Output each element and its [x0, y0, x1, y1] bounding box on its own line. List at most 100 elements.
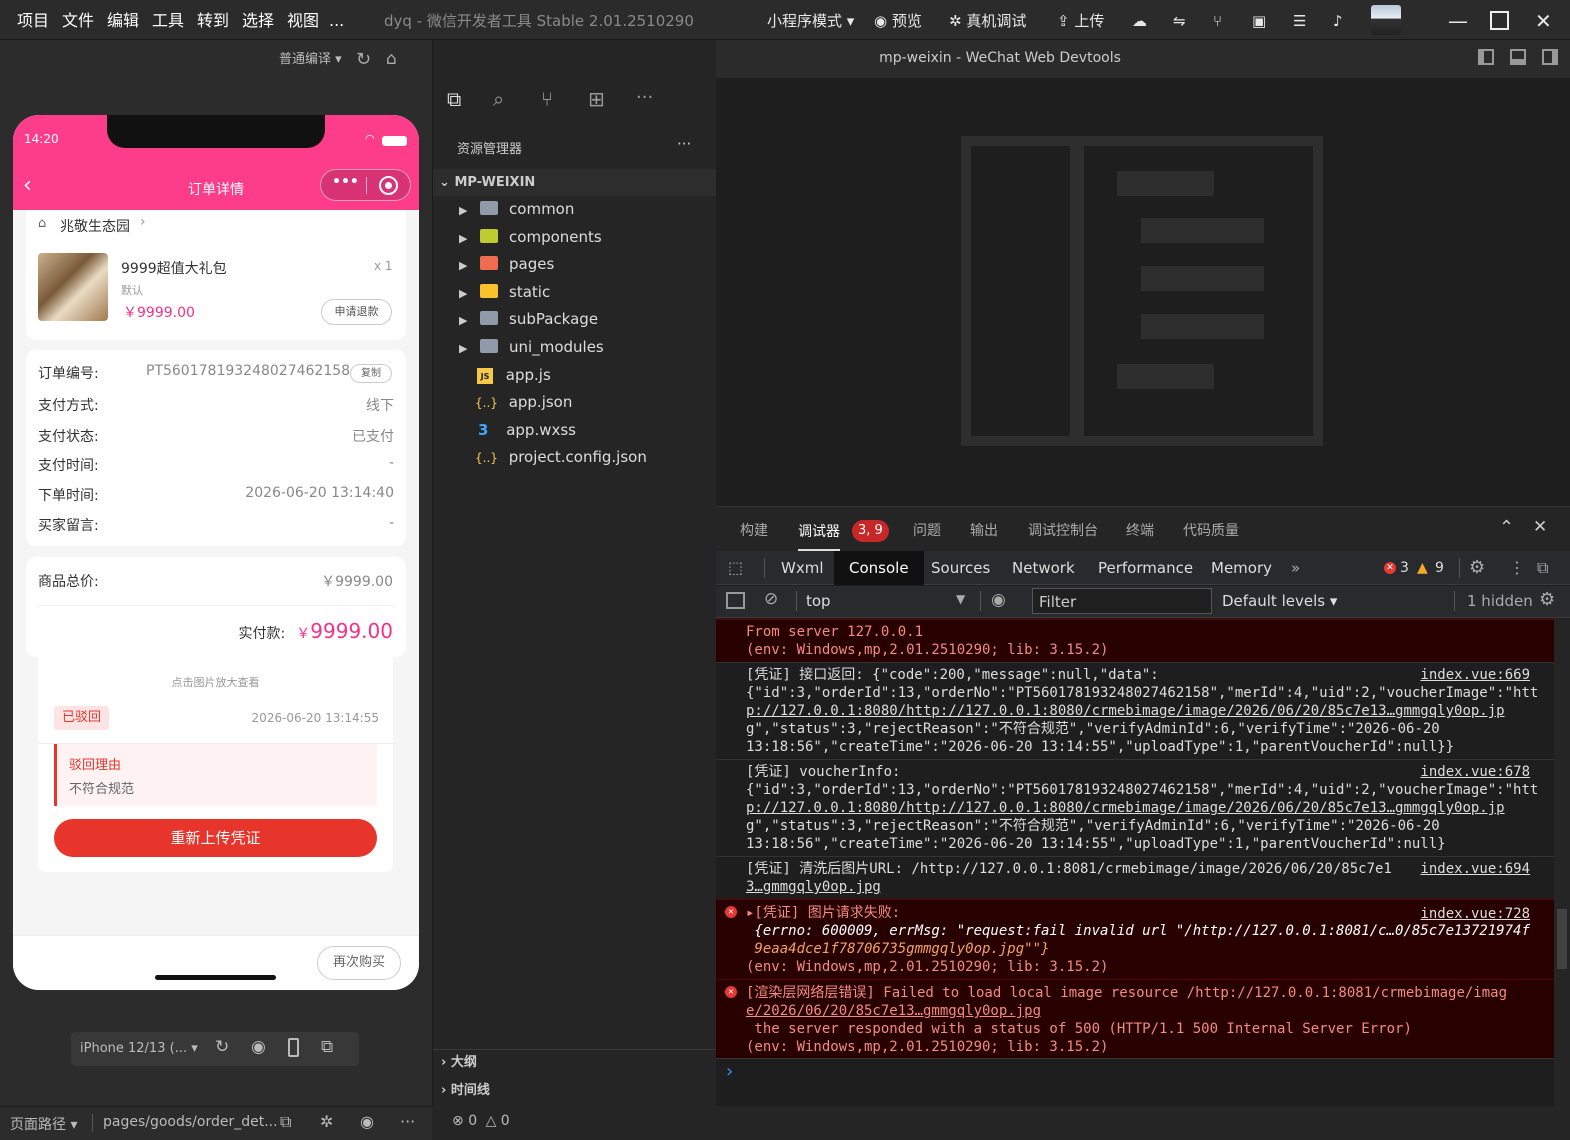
- tab-issues[interactable]: 问题: [913, 507, 941, 555]
- source-link[interactable]: index.vue:728: [1420, 905, 1530, 923]
- context-selector[interactable]: top: [806, 592, 831, 610]
- source-control-icon[interactable]: ⑂: [541, 87, 553, 111]
- tree-file[interactable]: 3 app.wxss: [433, 417, 717, 444]
- cloud-icon[interactable]: ☁: [1132, 0, 1147, 40]
- record-icon[interactable]: ◉: [251, 1037, 266, 1057]
- tree-folder[interactable]: ▶ static: [433, 279, 717, 306]
- menu-more[interactable]: ...: [329, 0, 344, 40]
- eye-icon[interactable]: ◉: [360, 1112, 374, 1131]
- more-icon[interactable]: ···: [400, 1112, 415, 1131]
- shop-name[interactable]: 兆敬生态园: [60, 216, 130, 236]
- maximize-icon[interactable]: [1490, 11, 1509, 30]
- tab-sources[interactable]: Sources: [931, 551, 990, 585]
- tab-performance[interactable]: Performance: [1098, 551, 1193, 585]
- console-error-entry[interactable]: ✕ [渲染层网络层错误] Failed to load local image …: [716, 979, 1554, 1058]
- kebab-menu-icon[interactable]: ⋮: [1509, 551, 1525, 585]
- tree-file[interactable]: JS app.js: [433, 362, 717, 389]
- menu-tools[interactable]: 工具: [152, 0, 184, 40]
- branch-icon[interactable]: ⑂: [1213, 0, 1222, 40]
- toggle-bottom-panel-icon[interactable]: [1510, 49, 1526, 65]
- layout-icon[interactable]: ▣: [1252, 0, 1266, 40]
- bug-icon[interactable]: ✲: [320, 1112, 333, 1131]
- tree-file[interactable]: {..} project.config.json: [433, 444, 717, 471]
- copy-button[interactable]: 复制: [350, 364, 392, 383]
- filter-input[interactable]: Filter: [1032, 588, 1212, 614]
- menu-edit[interactable]: 编辑: [107, 0, 139, 40]
- tree-folder[interactable]: ▶ subPackage: [433, 306, 717, 333]
- undock-icon[interactable]: ⧉: [1537, 551, 1548, 585]
- console-settings-icon[interactable]: ⚙: [1539, 589, 1555, 610]
- tab-memory[interactable]: Memory: [1211, 551, 1272, 585]
- capsule-more-icon[interactable]: •••: [332, 174, 359, 190]
- mode-dropdown[interactable]: 小程序模式 ▾: [767, 0, 854, 40]
- console-prompt[interactable]: ›: [716, 1058, 1554, 1106]
- console-log-entry[interactable]: index.vue:678 [凭证] voucherInfo: {"id":3,…: [716, 759, 1554, 856]
- rotate-icon[interactable]: ↻: [215, 1037, 229, 1057]
- settings-icon[interactable]: ⚙: [1469, 551, 1485, 585]
- timeline-section[interactable]: › 时间线: [433, 1077, 717, 1104]
- tab-wxml[interactable]: Wxml: [781, 551, 824, 585]
- menu-select[interactable]: 选择: [242, 0, 274, 40]
- tree-folder[interactable]: ▶ common: [433, 196, 717, 223]
- live-expression-eye-icon[interactable]: ◉: [991, 590, 1006, 610]
- more-icon[interactable]: ···: [636, 87, 653, 108]
- remote-debug-button[interactable]: ✲ 真机调试: [949, 0, 1026, 40]
- tab-output[interactable]: 输出: [970, 507, 998, 555]
- error-count[interactable]: 3: [1400, 551, 1409, 585]
- explorer-more-button[interactable]: ···: [677, 135, 691, 153]
- scrollbar-thumb[interactable]: [1557, 909, 1567, 969]
- source-link[interactable]: index.vue:694: [1420, 860, 1530, 878]
- more-tabs-icon[interactable]: »: [1291, 551, 1300, 585]
- console-log-entry[interactable]: index.vue:694 [凭证] 清洗后图片URL: /http://127…: [716, 856, 1554, 899]
- source-link[interactable]: index.vue:669: [1420, 666, 1530, 684]
- extensions-icon[interactable]: ⊞: [588, 87, 605, 111]
- warning-count[interactable]: 9: [1435, 551, 1444, 585]
- avatar[interactable]: [1371, 5, 1401, 35]
- tab-debug-console[interactable]: 调试控制台: [1028, 507, 1098, 555]
- files-icon[interactable]: ⧉: [447, 87, 461, 111]
- voucher-hint[interactable]: 点击图片放大查看: [38, 674, 393, 690]
- compile-mode-dropdown[interactable]: 普通编译 ▾: [279, 40, 342, 80]
- capsule-close-icon[interactable]: [379, 176, 398, 195]
- buy-again-button[interactable]: 再次购买: [317, 946, 401, 980]
- product-thumbnail[interactable]: [38, 253, 108, 321]
- toggle-right-panel-icon[interactable]: [1542, 49, 1558, 65]
- list-icon[interactable]: ☰: [1293, 0, 1306, 40]
- tree-folder[interactable]: ▶ uni_modules: [433, 334, 717, 361]
- inspect-icon[interactable]: ⬚: [728, 558, 743, 577]
- problems-indicator[interactable]: ⊗ 0 △ 0: [452, 1113, 510, 1129]
- clear-cache-icon[interactable]: ⌂: [386, 49, 397, 69]
- close-icon[interactable]: ✕: [1535, 0, 1552, 40]
- minimize-icon[interactable]: —: [1448, 0, 1468, 40]
- refund-button[interactable]: 申请退款: [321, 299, 392, 325]
- reupload-voucher-button[interactable]: 重新上传凭证: [54, 819, 377, 857]
- popout-icon[interactable]: ⧉: [321, 1037, 333, 1057]
- console-scrollbar[interactable]: [1554, 619, 1570, 1106]
- swap-icon[interactable]: ⇋: [1173, 0, 1186, 40]
- outline-section[interactable]: › 大纲: [433, 1049, 717, 1076]
- tree-folder[interactable]: ▶ pages: [433, 251, 717, 278]
- console-log-entry[interactable]: index.vue:669 [凭证] 接口返回: {"code":200,"me…: [716, 662, 1554, 759]
- chevron-up-icon[interactable]: ⌃: [1499, 517, 1514, 538]
- close-panel-icon[interactable]: ✕: [1533, 517, 1547, 537]
- menu-goto[interactable]: 转到: [197, 0, 229, 40]
- project-root[interactable]: ⌄ MP-WEIXIN: [433, 169, 717, 196]
- tree-file[interactable]: {..} app.json: [433, 389, 717, 416]
- clear-console-icon[interactable]: ⊘: [764, 589, 778, 609]
- tab-console[interactable]: Console: [834, 551, 924, 585]
- tree-folder[interactable]: ▶ components: [433, 224, 717, 251]
- tab-build[interactable]: 构建: [740, 507, 768, 555]
- tab-network[interactable]: Network: [1012, 551, 1075, 585]
- bell-icon[interactable]: ♪: [1333, 0, 1343, 40]
- menu-file[interactable]: 文件: [62, 0, 94, 40]
- source-link[interactable]: index.vue:678: [1420, 763, 1530, 781]
- sidebar-toggle-icon[interactable]: [726, 592, 745, 609]
- console-error-entry[interactable]: From server 127.0.0.1 (env: Windows,mp,2…: [716, 619, 1554, 662]
- tab-terminal[interactable]: 终端: [1126, 507, 1154, 555]
- search-icon[interactable]: ⌕: [493, 87, 504, 111]
- tab-debugger[interactable]: 调试器: [798, 513, 840, 551]
- refresh-icon[interactable]: ↻: [356, 49, 371, 70]
- tab-code-quality[interactable]: 代码质量: [1183, 507, 1239, 555]
- page-path-label[interactable]: 页面路径 ▾: [10, 1114, 77, 1134]
- menu-view[interactable]: 视图: [287, 0, 319, 40]
